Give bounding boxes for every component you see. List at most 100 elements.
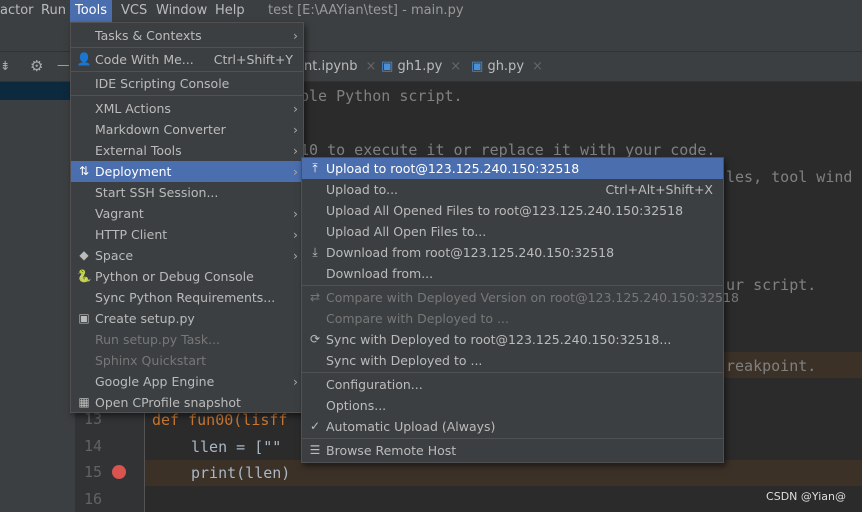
upload-icon: ⤒	[312, 161, 318, 175]
menu-item-label: Compare with Deployed Version on root@12…	[326, 290, 739, 305]
menu-window[interactable]: Window	[151, 0, 212, 22]
people-icon: 👤	[76, 52, 92, 66]
chevron-right-icon: ›	[293, 143, 298, 158]
menu-item-browse-remote-host[interactable]: ☰ Browse Remote Host	[302, 440, 723, 461]
menu-item-upload-all-opened-files-to-root-123-125-240-150-32518[interactable]: Upload All Opened Files to root@123.125.…	[302, 200, 723, 221]
deploy-icon: ⇅	[78, 164, 90, 178]
menu-separator	[71, 95, 303, 96]
menu-item-external-tools[interactable]: External Tools ›	[71, 140, 303, 161]
menu-item-label: HTTP Client	[95, 227, 168, 242]
menu-item-label: Sync Python Requirements...	[95, 290, 276, 305]
profile-icon: ▦	[78, 395, 90, 409]
menu-separator	[71, 47, 303, 48]
menu-item-google-app-engine[interactable]: Google App Engine ›	[71, 371, 303, 392]
deployment-submenu: ⤒ Upload to root@123.125.240.150:32518 Upl…	[301, 157, 739, 463]
tab-gh[interactable]: ▣ gh.py ×	[471, 52, 543, 82]
menu-item-sync-with-deployed-to[interactable]: Sync with Deployed to ...	[302, 350, 723, 371]
menu-item-xml-actions[interactable]: XML Actions ›	[71, 98, 303, 119]
menu-item-label: Run setup.py Task...	[95, 332, 221, 347]
menu-item-upload-all-open-files-to[interactable]: Upload All Open Files to...	[302, 221, 723, 242]
tab-label: gh1.py	[397, 59, 443, 74]
menu-item-label: XML Actions	[95, 101, 171, 116]
menu-item-label: Space	[95, 248, 134, 263]
menu-item-python-or-debug-console[interactable]: 🐍 Python or Debug Console	[71, 266, 303, 287]
shortcut-label: Ctrl+Shift+Y	[213, 52, 293, 67]
menu-item-label: Google App Engine	[95, 374, 215, 389]
menu-item-sync-with-deployed-to-root-123-125-240-150-32518[interactable]: ⟳ Sync with Deployed to root@123.125.240.…	[302, 329, 723, 350]
menu-item-automatic-upload-always[interactable]: ✓ Automatic Upload (Always)	[302, 416, 723, 437]
menu-item-code-with-me[interactable]: 👤 Code With Me... Ctrl+Shift+Y	[71, 49, 303, 70]
project-selected-row[interactable]	[0, 82, 75, 100]
menu-item-download-from-root-123-125-240-150-32518[interactable]: ⤓ Download from root@123.125.240.150:3251…	[302, 242, 723, 263]
tab-label: nt.ipynb	[304, 59, 358, 74]
menu-item-label: Configuration...	[326, 377, 423, 392]
check-icon: ✓	[309, 419, 321, 433]
menu-item-start-ssh-session[interactable]: Start SSH Session...	[71, 182, 303, 203]
menu-refactor[interactable]: actor	[0, 0, 39, 22]
menu-item-label: Options...	[326, 398, 387, 413]
code-line: def fun00(lisff	[152, 411, 288, 429]
code-line: llen = [""	[191, 438, 282, 456]
chevron-right-icon: ›	[293, 374, 298, 389]
menu-item-label: Deployment	[95, 164, 172, 179]
menu-item-label: Browse Remote Host	[326, 443, 457, 458]
menu-item-deployment[interactable]: ⇅ Deployment ›	[71, 161, 303, 182]
menu-item-options[interactable]: Options...	[302, 395, 723, 416]
menu-item-markdown-converter[interactable]: Markdown Converter ›	[71, 119, 303, 140]
line-number: 16	[83, 490, 102, 508]
collapse-icon[interactable]: ⇟	[0, 58, 10, 73]
window-title: test [E:\AAYian\test] - main.py	[268, 3, 464, 18]
menu-item-upload-to[interactable]: Upload to... Ctrl+Alt+Shift+X	[302, 179, 723, 200]
menu-item-label: Code With Me...	[95, 52, 194, 67]
menu-item-label: Automatic Upload (Always)	[326, 419, 496, 434]
menu-item-open-cprofile-snapshot[interactable]: ▦ Open CProfile snapshot	[71, 392, 303, 413]
line-number: 15	[83, 463, 102, 481]
menu-item-vagrant[interactable]: Vagrant ›	[71, 203, 303, 224]
menu-item-label: Create setup.py	[95, 311, 195, 326]
gear-icon[interactable]: ⚙	[30, 57, 43, 75]
python-file-icon: ▣	[78, 311, 90, 325]
project-panel	[0, 82, 75, 512]
menu-item-http-client[interactable]: HTTP Client ›	[71, 224, 303, 245]
menu-item-run-setup-py-task: Run setup.py Task...	[71, 329, 303, 350]
menu-item-download-from[interactable]: Download from...	[302, 263, 723, 284]
download-icon: ⤓	[312, 245, 318, 259]
line-number: 14	[83, 437, 102, 455]
menu-item-tasks-contexts[interactable]: Tasks & Contexts ›	[71, 25, 303, 46]
code-fragment: ur script.	[726, 276, 817, 294]
menu-item-create-setup-py[interactable]: ▣ Create setup.py	[71, 308, 303, 329]
menu-item-sphinx-quickstart: Sphinx Quickstart	[71, 350, 303, 371]
menu-item-ide-scripting-console[interactable]: IDE Scripting Console	[71, 73, 303, 94]
menu-separator	[302, 372, 723, 373]
tab-label: gh.py	[487, 59, 525, 74]
close-icon[interactable]: ×	[366, 59, 377, 74]
menu-tools[interactable]: Tools	[70, 0, 113, 22]
menu-item-label: Vagrant	[95, 206, 144, 221]
tab-ipynb[interactable]: nt.ipynb ×	[304, 52, 376, 82]
menu-item-label: Markdown Converter	[95, 122, 226, 137]
menu-item-configuration[interactable]: Configuration...	[302, 374, 723, 395]
menu-help[interactable]: Help	[210, 0, 250, 22]
menu-item-label: External Tools	[95, 143, 182, 158]
menu-item-label: Upload All Open Files to...	[326, 224, 487, 239]
menu-item-sync-python-requirements[interactable]: Sync Python Requirements...	[71, 287, 303, 308]
menu-item-label: Download from...	[326, 266, 434, 281]
minimize-icon[interactable]: —	[57, 57, 70, 72]
breakpoint-icon[interactable]	[112, 465, 126, 479]
menu-vcs[interactable]: VCS	[116, 0, 152, 22]
menu-item-label: Sync with Deployed to ...	[326, 353, 483, 368]
menu-run[interactable]: Run	[36, 0, 71, 22]
menu-item-space[interactable]: ◆ Space ›	[71, 245, 303, 266]
close-icon[interactable]: ×	[532, 59, 543, 74]
shortcut-label: Ctrl+Alt+Shift+X	[605, 182, 713, 197]
close-icon[interactable]: ×	[450, 59, 461, 74]
menu-separator	[302, 285, 723, 286]
tab-gh1[interactable]: ▣ gh1.py ×	[381, 52, 461, 82]
chevron-right-icon: ›	[293, 101, 298, 116]
python-file-icon: ▣	[381, 59, 394, 74]
menu-item-label: Sync with Deployed to root@123.125.240.1…	[326, 332, 672, 347]
menu-item-upload-to-root-123-125-240-150-32518[interactable]: ⤒ Upload to root@123.125.240.150:32518	[302, 158, 723, 179]
chevron-right-icon: ›	[293, 164, 298, 179]
python-file-icon: ▣	[471, 59, 484, 74]
code-line: print(llen)	[191, 464, 291, 482]
